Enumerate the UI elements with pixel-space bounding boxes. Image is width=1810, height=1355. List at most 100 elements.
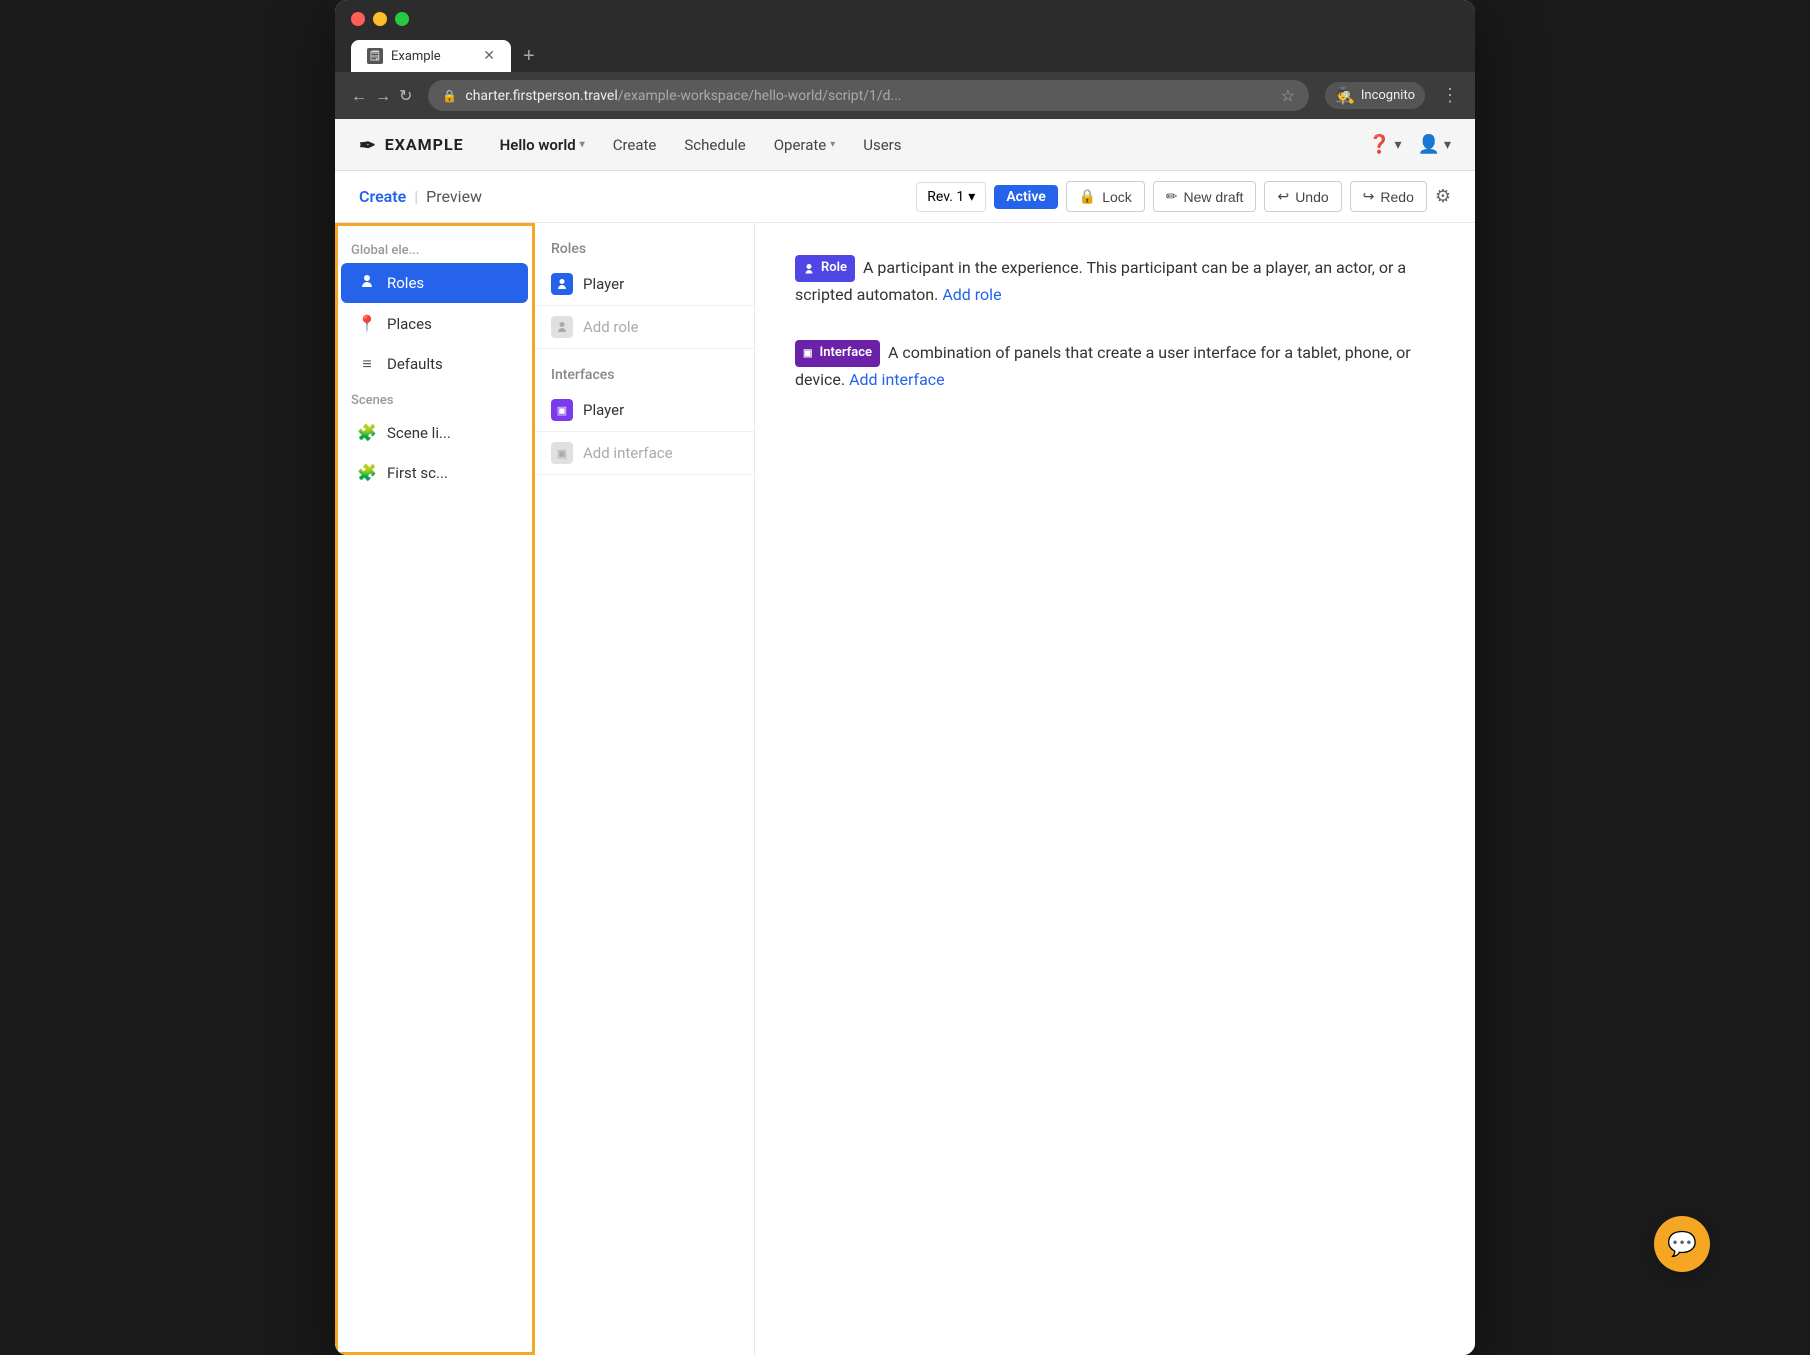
add-interface-item[interactable]: ▣ Add interface bbox=[535, 432, 754, 475]
url-display: charter.firstperson.travel/example-works… bbox=[465, 88, 1272, 104]
roles-section-label: Roles bbox=[535, 231, 754, 263]
sidebar-item-roles[interactable]: Roles bbox=[341, 263, 528, 303]
incognito-label: Incognito bbox=[1361, 88, 1415, 103]
add-interface-link[interactable]: Add interface bbox=[849, 370, 945, 389]
left-sidebar: Global ele... Roles 📍 Places ≡ Default bbox=[335, 223, 535, 1355]
active-badge: Active bbox=[994, 185, 1057, 209]
nav-buttons: ← → ↻ bbox=[351, 86, 412, 106]
preview-tab[interactable]: Preview bbox=[426, 187, 482, 206]
role-badge: Role bbox=[795, 255, 855, 282]
create-tab[interactable]: Create bbox=[359, 187, 406, 206]
pin-icon: 📍 bbox=[357, 314, 377, 333]
add-role-link[interactable]: Add role bbox=[942, 285, 1001, 304]
chat-icon: 💬 bbox=[1667, 1230, 1697, 1258]
chevron-down-icon: ▾ bbox=[580, 139, 585, 150]
chevron-down-icon: ▾ bbox=[968, 189, 975, 205]
url-path: /example-workspace/hello-world/script/1/… bbox=[618, 88, 902, 104]
user-menu-button[interactable]: 👤 ▾ bbox=[1418, 134, 1451, 155]
revision-dropdown[interactable]: Rev. 1 ▾ bbox=[916, 182, 986, 212]
interfaces-section-label: Interfaces bbox=[535, 357, 754, 389]
help-button[interactable]: ❓ ▾ bbox=[1368, 134, 1401, 155]
main-content: Global ele... Roles 📍 Places ≡ Default bbox=[335, 223, 1475, 1355]
chevron-down-icon: ▾ bbox=[1444, 137, 1451, 153]
new-draft-button[interactable]: ✏ New draft bbox=[1153, 181, 1257, 212]
logo-text: EXAMPLE bbox=[385, 135, 464, 154]
address-bar: ← → ↻ 🔒 charter.firstperson.travel/examp… bbox=[335, 72, 1475, 119]
app-nav: ✒ EXAMPLE Hello world ▾ Create Schedule … bbox=[335, 119, 1475, 171]
nav-right: ❓ ▾ 👤 ▾ bbox=[1368, 134, 1451, 155]
global-section-label: Global ele... bbox=[335, 235, 534, 262]
undo-button[interactable]: ↩ Undo bbox=[1264, 181, 1341, 212]
player-role-item[interactable]: Player bbox=[535, 263, 754, 306]
logo-icon: ✒ bbox=[359, 133, 377, 157]
player-role-label: Player bbox=[583, 275, 624, 293]
bookmark-icon[interactable]: ☆ bbox=[1281, 86, 1295, 105]
traffic-lights bbox=[351, 12, 1459, 26]
player-interface-item[interactable]: ▣ Player bbox=[535, 389, 754, 432]
ssl-lock-icon: 🔒 bbox=[442, 89, 457, 103]
add-role-icon bbox=[551, 316, 573, 338]
nav-item-operate[interactable]: Operate ▾ bbox=[762, 128, 848, 162]
pencil-icon: ✏ bbox=[1166, 188, 1178, 205]
nav-item-schedule[interactable]: Schedule bbox=[672, 128, 757, 162]
lock-button[interactable]: 🔒 Lock bbox=[1066, 181, 1145, 212]
interface-badge: ▣ Interface bbox=[795, 340, 880, 367]
app-content: ✒ EXAMPLE Hello world ▾ Create Schedule … bbox=[335, 119, 1475, 1355]
nav-item-create[interactable]: Create bbox=[601, 128, 669, 162]
browser-window: 🗒 Example ✕ + ← → ↻ 🔒 charter.firstperso… bbox=[335, 0, 1475, 1355]
person-icon bbox=[357, 273, 377, 293]
back-button[interactable]: ← bbox=[351, 86, 367, 106]
tab-close-icon[interactable]: ✕ bbox=[483, 48, 495, 64]
main-nav: Hello world ▾ Create Schedule Operate ▾ … bbox=[488, 128, 914, 162]
chevron-down-icon: ▾ bbox=[830, 139, 835, 150]
minimize-button[interactable] bbox=[373, 12, 387, 26]
sidebar-item-first-scene[interactable]: 🧩 First sc... bbox=[341, 453, 528, 492]
list-icon: ≡ bbox=[357, 354, 377, 374]
middle-panel: Roles Player Add role bbox=[535, 223, 755, 1355]
add-role-item[interactable]: Add role bbox=[535, 306, 754, 349]
active-tab[interactable]: 🗒 Example ✕ bbox=[351, 40, 511, 72]
incognito-badge: 🕵 Incognito bbox=[1325, 82, 1425, 109]
settings-button[interactable]: ⚙ bbox=[1435, 186, 1451, 207]
nav-item-hello-world[interactable]: Hello world ▾ bbox=[488, 128, 597, 162]
redo-button[interactable]: ↪ Redo bbox=[1350, 181, 1427, 212]
tab-separator: | bbox=[414, 187, 418, 206]
sidebar-item-places[interactable]: 📍 Places bbox=[341, 304, 528, 343]
role-description-text: A participant in the experience. This pa… bbox=[795, 258, 1406, 304]
chevron-down-icon: ▾ bbox=[1395, 137, 1402, 153]
tab-favicon-icon: 🗒 bbox=[367, 48, 383, 64]
first-scene-label: First sc... bbox=[387, 464, 448, 482]
defaults-label: Defaults bbox=[387, 355, 443, 373]
role-icon bbox=[551, 273, 573, 295]
sidebar-item-defaults[interactable]: ≡ Defaults bbox=[341, 344, 528, 384]
help-icon: ❓ bbox=[1368, 134, 1390, 155]
more-options-icon[interactable]: ⋮ bbox=[1441, 85, 1459, 106]
close-button[interactable] bbox=[351, 12, 365, 26]
sidebar-item-scene-list[interactable]: 🧩 Scene li... bbox=[341, 413, 528, 452]
new-tab-button[interactable]: + bbox=[511, 41, 547, 72]
interface-icon: ▣ bbox=[551, 399, 573, 421]
scenes-section-label: Scenes bbox=[335, 385, 534, 412]
address-actions: 🕵 Incognito ⋮ bbox=[1325, 82, 1459, 109]
chrome-titlebar: 🗒 Example ✕ + bbox=[335, 0, 1475, 72]
role-description-block: Role A participant in the experience. Th… bbox=[795, 255, 1435, 308]
tab-title: Example bbox=[391, 49, 441, 64]
lock-icon: 🔒 bbox=[1079, 188, 1096, 205]
puzzle-icon: 🧩 bbox=[357, 423, 377, 442]
forward-button[interactable]: → bbox=[375, 86, 391, 106]
add-interface-icon: ▣ bbox=[551, 442, 573, 464]
app-logo: ✒ EXAMPLE bbox=[359, 133, 464, 157]
player-interface-label: Player bbox=[583, 401, 624, 419]
fullscreen-button[interactable] bbox=[395, 12, 409, 26]
scene-list-label: Scene li... bbox=[387, 424, 451, 442]
incognito-icon: 🕵 bbox=[1335, 86, 1355, 105]
chat-fab-button[interactable]: 💬 bbox=[1654, 1216, 1710, 1272]
user-avatar-icon: 👤 bbox=[1418, 134, 1440, 155]
add-role-label: Add role bbox=[583, 318, 639, 336]
nav-item-users[interactable]: Users bbox=[851, 128, 913, 162]
reload-button[interactable]: ↻ bbox=[399, 86, 412, 106]
url-bar[interactable]: 🔒 charter.firstperson.travel/example-wor… bbox=[428, 80, 1309, 111]
toolbar-left: Create | Preview bbox=[359, 187, 482, 206]
right-content: Role A participant in the experience. Th… bbox=[755, 223, 1475, 1355]
gear-icon: ⚙ bbox=[1435, 186, 1451, 206]
